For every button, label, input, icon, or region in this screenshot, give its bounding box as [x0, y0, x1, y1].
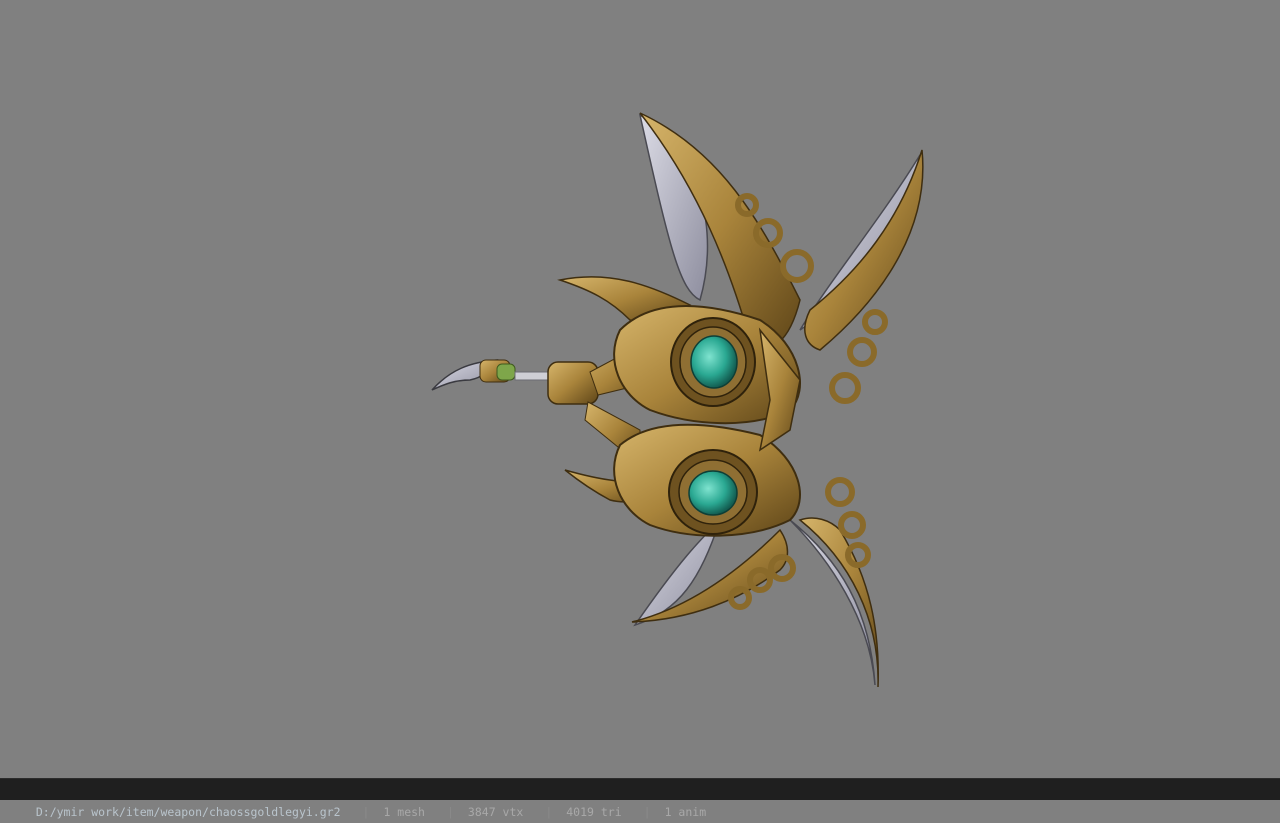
separator: |: [362, 805, 370, 819]
triangle-count: 4019 tri: [566, 805, 622, 819]
mesh-count: 1 mesh: [383, 805, 425, 819]
status-bar: D:/ymir work/item/weapon/chaossgoldlegyi…: [0, 778, 1280, 819]
3d-viewport[interactable]: [0, 0, 1280, 778]
file-path: D:/ymir work/item/weapon/chaossgoldlegyi…: [35, 805, 341, 819]
vertex-count: 3847 vtx: [467, 805, 524, 819]
lower-gem: [688, 470, 738, 516]
weapon-model: [431, 112, 924, 688]
separator: |: [446, 805, 454, 819]
animation-count: 1 anim: [664, 805, 707, 819]
separator: |: [545, 805, 553, 819]
upper-gem: [690, 335, 738, 389]
separator: |: [643, 805, 651, 819]
